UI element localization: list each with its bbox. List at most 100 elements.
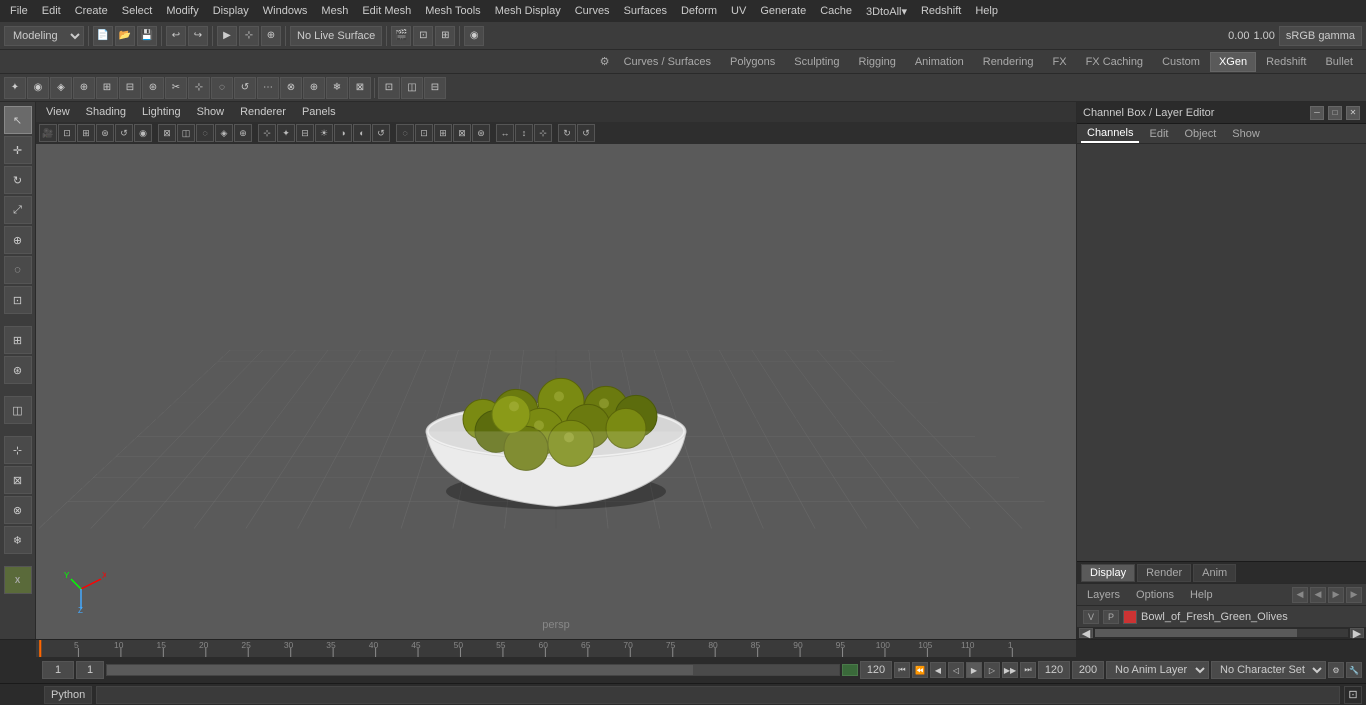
xgen-comb-btn[interactable]: ⊟: [119, 77, 141, 99]
xgen-extra1-btn[interactable]: ⊡: [378, 77, 400, 99]
cb-tab-edit[interactable]: Edit: [1143, 126, 1174, 142]
no-live-surface-btn[interactable]: No Live Surface: [290, 26, 382, 46]
xgen-smooth-btn[interactable]: ◌: [211, 77, 233, 99]
menu-modify[interactable]: Modify: [160, 3, 204, 19]
cb-tab-object[interactable]: Object: [1178, 126, 1222, 142]
xgen-repel-btn[interactable]: ⊕: [303, 77, 325, 99]
vp-light-btn[interactable]: ☀: [315, 124, 333, 142]
vp-film-btn[interactable]: ⊡: [58, 124, 76, 142]
scene-area[interactable]: X Y Z persp: [36, 144, 1076, 639]
xgen-noise-btn[interactable]: ⋯: [257, 77, 279, 99]
layer-playback-btn[interactable]: P: [1103, 610, 1119, 624]
tab-rigging[interactable]: Rigging: [850, 52, 905, 72]
new-scene-btn[interactable]: 📄: [93, 26, 113, 46]
vp-cam-btn[interactable]: 🎥: [39, 124, 57, 142]
show-manip-btn[interactable]: ⊡: [4, 286, 32, 314]
render2-btn[interactable]: ⊞: [435, 26, 455, 46]
pb-next-frame-btn[interactable]: ▷: [984, 662, 1000, 678]
vp-snap-btn[interactable]: ↔: [496, 124, 514, 142]
pb-play-btn[interactable]: ▶: [966, 662, 982, 678]
vp-refresh-btn[interactable]: ↺: [372, 124, 390, 142]
menu-surfaces[interactable]: Surfaces: [618, 3, 673, 19]
vp-shad4-btn[interactable]: ◑: [334, 124, 352, 142]
vp-view-menu[interactable]: View: [42, 104, 74, 120]
char-set-select[interactable]: No Character Set: [1211, 661, 1326, 679]
vp-renderer-menu[interactable]: Renderer: [236, 104, 290, 120]
vp-wire-btn[interactable]: ⊹: [258, 124, 276, 142]
layer-prev-btn[interactable]: ◀: [1310, 587, 1326, 603]
scale-tool-btn[interactable]: ⤢: [4, 196, 32, 224]
tab-animation[interactable]: Animation: [906, 52, 973, 72]
vp-shad2-btn[interactable]: ◈: [215, 124, 233, 142]
tab-redshift[interactable]: Redshift: [1257, 52, 1315, 72]
menu-mesh-display[interactable]: Mesh Display: [489, 3, 567, 19]
vp-seq-btn[interactable]: ⊛: [472, 124, 490, 142]
lasso-btn[interactable]: ⊹: [239, 26, 259, 46]
redo-btn[interactable]: ↪: [188, 26, 208, 46]
snap-together-btn[interactable]: ⊹: [4, 436, 32, 464]
move-tool-btn[interactable]: ✛: [4, 136, 32, 164]
vp-lighting-menu[interactable]: Lighting: [138, 104, 185, 120]
lasso-btn[interactable]: ⊞: [4, 326, 32, 354]
python-input-field[interactable]: [96, 686, 1340, 704]
layers-options-btn[interactable]: Options: [1130, 587, 1180, 603]
menu-windows[interactable]: Windows: [257, 3, 314, 19]
layer-scrollbar[interactable]: ◀ ▶: [1077, 627, 1366, 639]
vp-shading-menu[interactable]: Shading: [82, 104, 130, 120]
display-tab-anim[interactable]: Anim: [1193, 564, 1236, 582]
xgen-paint-btn[interactable]: ⊕: [73, 77, 95, 99]
rect-sel-btn[interactable]: ◫: [4, 396, 32, 424]
menu-cache[interactable]: Cache: [814, 3, 858, 19]
script-output-btn[interactable]: ⊡: [1344, 686, 1362, 704]
menu-edit-mesh[interactable]: Edit Mesh: [356, 3, 417, 19]
menu-curves[interactable]: Curves: [569, 3, 616, 19]
vp-frame-btn[interactable]: ⊹: [534, 124, 552, 142]
pb-prev-frame-btn[interactable]: ◀: [930, 662, 946, 678]
layer-color-swatch[interactable]: [1123, 610, 1137, 624]
menu-mesh[interactable]: Mesh: [315, 3, 354, 19]
cb-tab-channels[interactable]: Channels: [1081, 125, 1139, 143]
preferences-btn[interactable]: 🔧: [1346, 662, 1362, 678]
center-piv-btn[interactable]: ⊗: [4, 496, 32, 524]
range-slider-track[interactable]: [106, 664, 840, 676]
xgen-density-btn[interactable]: ⊞: [96, 77, 118, 99]
menu-select[interactable]: Select: [116, 3, 159, 19]
menu-file[interactable]: File: [4, 3, 34, 19]
tab-gear-icon[interactable]: ⚙: [596, 53, 614, 71]
mode-selector[interactable]: Modeling: [4, 26, 84, 46]
render-btn[interactable]: 🎬: [391, 26, 411, 46]
python-mel-toggle[interactable]: Python: [44, 686, 92, 704]
open-btn[interactable]: 📂: [115, 26, 135, 46]
xgen-attract-btn[interactable]: ⊗: [280, 77, 302, 99]
layers-help-btn[interactable]: Help: [1184, 587, 1219, 603]
vp-sync-btn[interactable]: ↺: [115, 124, 133, 142]
universal-tool-btn[interactable]: ⊕: [4, 226, 32, 254]
range-end2-input[interactable]: [1072, 661, 1104, 679]
tab-custom[interactable]: Custom: [1153, 52, 1209, 72]
xgen-select-btn[interactable]: ◉: [27, 77, 49, 99]
select-btn[interactable]: ▶: [217, 26, 237, 46]
layer-next-btn[interactable]: ▶: [1328, 587, 1344, 603]
vp-shad3-btn[interactable]: ⊕: [234, 124, 252, 142]
xgen-extra3-btn[interactable]: ⊟: [424, 77, 446, 99]
vp-film2-btn[interactable]: ⊞: [77, 124, 95, 142]
panel-maximize-btn[interactable]: □: [1328, 106, 1342, 120]
xgen-clump-btn[interactable]: ⊛: [142, 77, 164, 99]
xgen-freeze-btn[interactable]: ❄: [326, 77, 348, 99]
current-frame-input[interactable]: [42, 661, 74, 679]
tab-xgen[interactable]: XGen: [1210, 52, 1256, 72]
pb-start-btn[interactable]: ⏮: [894, 662, 910, 678]
end-frame-input[interactable]: [1038, 661, 1070, 679]
vp-hub2-btn[interactable]: ↺: [577, 124, 595, 142]
char-set-options-btn[interactable]: ⚙: [1328, 662, 1344, 678]
vp-film3-btn[interactable]: ◫: [177, 124, 195, 142]
tab-fx-caching[interactable]: FX Caching: [1077, 52, 1152, 72]
vp-xray-btn[interactable]: ✦: [277, 124, 295, 142]
display-tab-display[interactable]: Display: [1081, 564, 1135, 582]
menu-deform[interactable]: Deform: [675, 3, 723, 19]
panel-minimize-btn[interactable]: ─: [1310, 106, 1324, 120]
vp-grid-btn[interactable]: ⊠: [158, 124, 176, 142]
undo-btn[interactable]: ↩: [166, 26, 186, 46]
panel-close-btn[interactable]: ✕: [1346, 106, 1360, 120]
scroll-track[interactable]: [1095, 629, 1348, 637]
